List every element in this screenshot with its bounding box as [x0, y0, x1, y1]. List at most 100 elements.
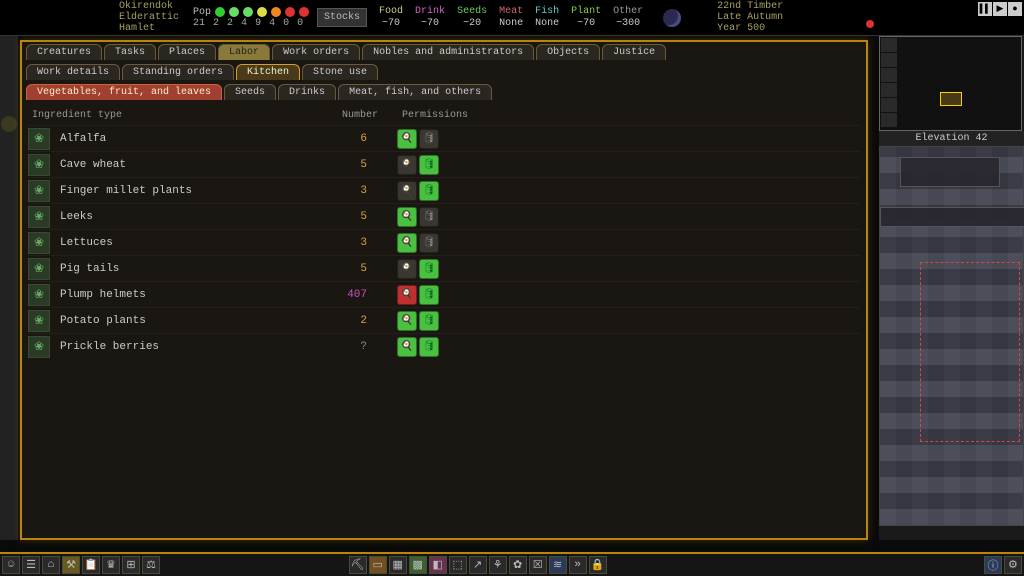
dump-button[interactable]: ≋ [549, 556, 567, 574]
alert-indicator-icon[interactable] [866, 20, 874, 28]
tab-seeds[interactable]: Seeds [224, 84, 276, 100]
tab-standing-orders[interactable]: Standing orders [122, 64, 234, 80]
permission-buttons: 🍳🛢 [397, 181, 439, 201]
cook-toggle[interactable]: 🍳 [397, 337, 417, 357]
place-button[interactable]: ▦ [389, 556, 407, 574]
mood-count-4: 4 [269, 18, 275, 29]
objects-button[interactable]: ⊞ [122, 556, 140, 574]
tab-tasks[interactable]: Tasks [104, 44, 156, 60]
fortress-civ: Elderattic [119, 12, 189, 23]
stockpile-button[interactable]: ⬚ [449, 556, 467, 574]
brew-toggle[interactable]: 🛢 [419, 285, 439, 305]
minimap-layer-icon[interactable] [881, 98, 897, 112]
minimap-layer-icon[interactable] [881, 83, 897, 97]
cook-toggle[interactable]: 🍳 [397, 233, 417, 253]
minimap-layer-icon[interactable] [881, 113, 897, 127]
build-button[interactable]: ▭ [369, 556, 387, 574]
dig-button[interactable]: ⛏ [349, 556, 367, 574]
tab-work-orders[interactable]: Work orders [272, 44, 360, 60]
nobles-button[interactable]: ♛ [102, 556, 120, 574]
cook-toggle[interactable]: 🍳 [397, 155, 417, 175]
tab-drinks[interactable]: Drinks [278, 84, 336, 100]
res-drink-label: Drink [415, 6, 445, 18]
kitchen-tab-row: Vegetables, fruit, and leaves Seeds Drin… [22, 82, 866, 102]
res-food-value: ~70 [382, 18, 400, 30]
game-world-view[interactable] [879, 146, 1024, 526]
tasks-button[interactable]: ☰ [22, 556, 40, 574]
cook-toggle[interactable]: 🍳 [397, 259, 417, 279]
brew-toggle[interactable]: 🛢 [419, 129, 439, 149]
tab-stone-use[interactable]: Stone use [302, 64, 378, 80]
ingredient-count: 3 [335, 237, 397, 249]
lock-button[interactable]: 🔒 [589, 556, 607, 574]
fortress-type: Hamlet [119, 23, 189, 34]
stocks-button[interactable]: Stocks [317, 8, 367, 27]
left-notification-bar [0, 36, 18, 540]
brew-toggle[interactable]: 🛢 [419, 181, 439, 201]
tab-places[interactable]: Places [158, 44, 216, 60]
ingredient-icon: ❀ [28, 284, 50, 306]
work-orders-button[interactable]: 📋 [82, 556, 100, 574]
cook-toggle[interactable]: 🍳 [397, 129, 417, 149]
brew-toggle[interactable]: 🛢 [419, 207, 439, 227]
justice-button[interactable]: ⚖ [142, 556, 160, 574]
gather-button[interactable]: ✿ [509, 556, 527, 574]
right-sidebar: Elevation 42 [879, 36, 1024, 540]
tab-justice[interactable]: Justice [602, 44, 666, 60]
ingredient-icon: ❀ [28, 180, 50, 202]
main-tab-row: Creatures Tasks Places Labor Work orders… [22, 42, 866, 62]
res-other-value: ~300 [616, 18, 640, 30]
step-button[interactable]: ● [1008, 2, 1022, 16]
ingredient-row: ❀Lettuces3🍳🛢 [28, 229, 860, 255]
erase-button[interactable]: ◧ [429, 556, 447, 574]
tab-creatures[interactable]: Creatures [26, 44, 102, 60]
cook-toggle[interactable]: 🍳 [397, 311, 417, 331]
minimap-layer-icon[interactable] [881, 38, 897, 52]
tab-labor[interactable]: Labor [218, 44, 270, 60]
minimap[interactable] [879, 36, 1022, 131]
minimap-viewport[interactable] [940, 92, 962, 106]
cook-toggle[interactable]: 🍳 [397, 207, 417, 227]
notification-icon[interactable] [1, 116, 17, 132]
brew-toggle[interactable]: 🛢 [419, 155, 439, 175]
ingredient-row: ❀Prickle berries?🍳🛢 [28, 333, 860, 359]
zone-button[interactable]: ▩ [409, 556, 427, 574]
play-button[interactable]: ▶ [993, 2, 1007, 16]
pause-button[interactable]: ▌▌ [978, 2, 992, 16]
mood-count-3: 9 [255, 18, 261, 29]
citizens-button[interactable]: ☺ [2, 556, 20, 574]
ingredient-row: ❀Leeks5🍳🛢 [28, 203, 860, 229]
mood-count-6: 0 [297, 18, 303, 29]
brew-toggle[interactable]: 🛢 [419, 259, 439, 279]
chop-button[interactable]: ⚘ [489, 556, 507, 574]
places-button[interactable]: ⌂ [42, 556, 60, 574]
hauling-button[interactable]: ↗ [469, 556, 487, 574]
brew-toggle[interactable]: 🛢 [419, 311, 439, 331]
minimap-layer-icon[interactable] [881, 53, 897, 67]
brew-toggle[interactable]: 🛢 [419, 337, 439, 357]
mood-count-2: 4 [241, 18, 247, 29]
tab-work-details[interactable]: Work details [26, 64, 120, 80]
cook-toggle[interactable]: 🍳 [397, 285, 417, 305]
ingredient-name: Potato plants [60, 315, 335, 327]
pop-label: Pop [193, 7, 211, 18]
tab-kitchen[interactable]: Kitchen [236, 64, 300, 80]
minimap-layer-icon[interactable] [881, 68, 897, 82]
labor-button[interactable]: ⚒ [62, 556, 80, 574]
ingredient-name: Plump helmets [60, 289, 335, 301]
ingredient-count: 6 [335, 133, 397, 145]
ingredient-icon: ❀ [28, 336, 50, 358]
cook-toggle[interactable]: 🍳 [397, 181, 417, 201]
tab-meat-fish[interactable]: Meat, fish, and others [338, 84, 492, 100]
settings-button[interactable]: ⚙ [1004, 556, 1022, 574]
tab-objects[interactable]: Objects [536, 44, 600, 60]
tab-nobles[interactable]: Nobles and administrators [362, 44, 534, 60]
mass-forbid-button[interactable]: ☒ [529, 556, 547, 574]
route-button[interactable]: » [569, 556, 587, 574]
ingredient-list: ❀Alfalfa6🍳🛢❀Cave wheat5🍳🛢❀Finger millet … [22, 125, 866, 359]
mood-haggard-icon [299, 7, 309, 17]
info-button[interactable]: ⓘ [984, 556, 1002, 574]
labor-kitchen-panel: Creatures Tasks Places Labor Work orders… [20, 40, 868, 540]
tab-vegetables[interactable]: Vegetables, fruit, and leaves [26, 84, 222, 100]
brew-toggle[interactable]: 🛢 [419, 233, 439, 253]
